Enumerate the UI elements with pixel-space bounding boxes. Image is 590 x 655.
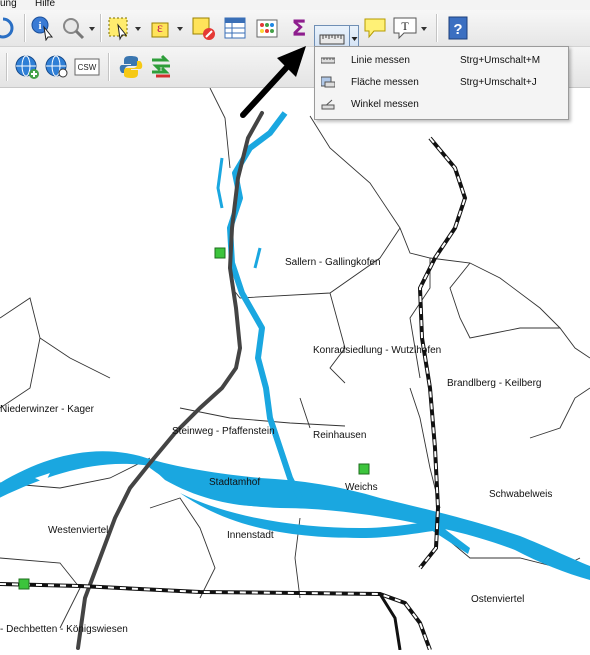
map-canvas[interactable]: Sallern - Gallingkofen Konradsiedlung - … [0, 87, 590, 651]
measure-area-icon [320, 76, 336, 88]
district-label: Brandlberg - Keilberg [447, 378, 542, 389]
district-label: Schwabelweis [489, 489, 553, 500]
district-label: Niederwinzer - Kager [0, 404, 94, 415]
map-tips-icon[interactable] [362, 15, 388, 41]
map-layers [0, 87, 590, 651]
toolbar-attributes: i ε Σ T ? [0, 10, 590, 53]
select-features-icon[interactable] [106, 15, 132, 41]
menu-item-hilfe[interactable]: Hilfe [35, 0, 55, 9]
menu-item-label: Fläche messen [351, 77, 419, 88]
chevron-down-icon[interactable] [176, 15, 184, 41]
svg-text:CSW: CSW [78, 63, 97, 72]
help-icon[interactable]: ? [446, 15, 472, 41]
identify-features-icon[interactable]: i [30, 15, 56, 41]
station-marker[interactable] [358, 463, 370, 475]
district-label: Steinweg - Pfaffenstein [172, 426, 275, 437]
svg-text:T: T [401, 19, 409, 33]
menu-item-shortcut: Strg+Umschalt+J [460, 77, 537, 88]
svg-text:?: ? [453, 21, 462, 38]
csw-icon[interactable]: CSW [74, 54, 100, 80]
select-by-expression-icon[interactable]: ε [148, 15, 174, 41]
menu-bar: ung Hilfe [0, 0, 590, 10]
svg-text:ε: ε [157, 21, 163, 36]
measure-line-icon [320, 54, 336, 66]
deselect-features-icon[interactable] [190, 15, 216, 41]
district-label: - Dechbetten - Königswiesen [0, 624, 128, 635]
chevron-down-icon[interactable] [88, 15, 96, 41]
attribute-table-icon[interactable] [222, 15, 248, 41]
district-boundaries [0, 87, 590, 629]
zoom-select-icon[interactable] [60, 15, 86, 41]
plugin-manager-icon[interactable] [148, 54, 174, 80]
district-label: Weichs [345, 482, 378, 493]
district-label: Ostenviertel [471, 594, 525, 605]
district-label: Stadtamhof [209, 477, 261, 488]
globe-search-icon[interactable] [44, 54, 70, 80]
district-label: Konradsiedlung - Wutzlhofen [313, 345, 442, 356]
refresh-icon[interactable] [0, 15, 16, 41]
menu-item-bearbeitung[interactable]: ung [0, 0, 17, 9]
text-annotation-icon[interactable]: T [392, 15, 418, 41]
svg-text:Σ: Σ [291, 17, 306, 41]
python-console-icon[interactable] [118, 54, 144, 80]
district-label: Sallern - Gallingkofen [285, 257, 381, 268]
station-marker[interactable] [18, 578, 30, 590]
menu-item-shortcut: Strg+Umschalt+M [460, 55, 541, 66]
chevron-down-icon[interactable] [134, 15, 142, 41]
svg-text:i: i [38, 20, 41, 32]
district-label: Reinhausen [313, 430, 367, 441]
district-label: Westenviertel [48, 525, 109, 536]
district-label: Innenstadt [227, 530, 274, 541]
menu-item-measure-line[interactable]: Linie messen Strg+Umschalt+M [315, 50, 568, 72]
chevron-down-icon[interactable] [420, 15, 428, 41]
station-marker[interactable] [214, 247, 226, 259]
globe-add-wms-icon[interactable] [14, 54, 40, 80]
field-calculator-icon[interactable] [254, 15, 280, 41]
main-roads [76, 111, 264, 650]
statistics-sum-icon[interactable]: Σ [286, 15, 312, 41]
menu-item-label: Linie messen [351, 55, 410, 66]
